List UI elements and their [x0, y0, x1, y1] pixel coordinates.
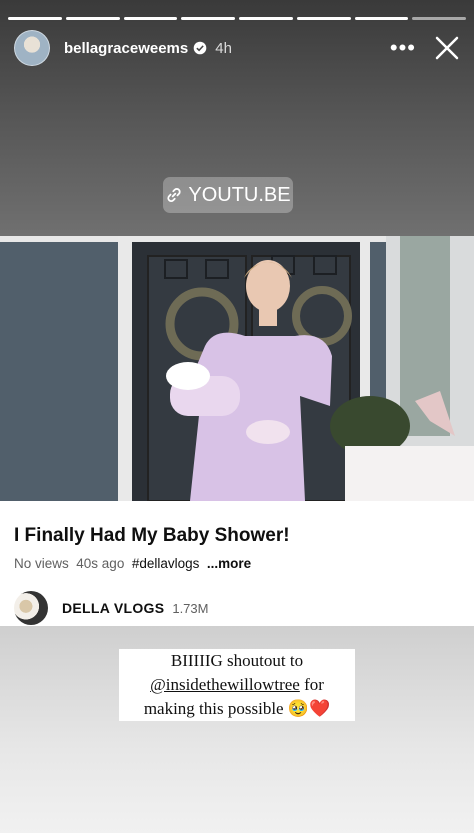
- progress-segment: [239, 17, 293, 20]
- channel-row[interactable]: DELLA VLOGS 1.73M: [14, 591, 209, 625]
- subscriber-count: 1.73M: [172, 600, 209, 616]
- more-options-icon[interactable]: •••: [390, 37, 416, 59]
- link-sticker[interactable]: YOUTU.BE: [163, 177, 293, 213]
- username[interactable]: bellagraceweems: [64, 40, 188, 57]
- video-thumbnail[interactable]: [0, 236, 474, 501]
- mention-link[interactable]: @insidethewillowtree: [150, 675, 300, 694]
- link-label: YOUTU.BE: [188, 183, 291, 206]
- progress-segment: [354, 17, 409, 20]
- caption-line-3: making this possible 🥹❤️: [143, 699, 331, 718]
- progress-segment: [181, 17, 235, 20]
- caption-line-2: @insidethewillowtree for: [121, 673, 353, 697]
- video-title[interactable]: I Finally Had My Baby Shower!: [14, 525, 290, 547]
- progress-segment: [123, 17, 178, 20]
- hashtag-link[interactable]: #dellavlogs: [132, 556, 200, 571]
- thumbnail-photo: [0, 236, 474, 501]
- progress-segment: [296, 17, 351, 20]
- story-progress-bar: [8, 17, 466, 20]
- channel-avatar[interactable]: [14, 591, 48, 625]
- post-time: 4h: [215, 39, 232, 57]
- verified-badge-icon: [193, 41, 207, 55]
- story-header: bellagraceweems 4h •••: [14, 30, 460, 66]
- link-icon: [167, 188, 181, 202]
- progress-segment: [412, 17, 466, 20]
- progress-segment: [8, 17, 62, 20]
- upload-age: 40s ago: [76, 556, 125, 571]
- channel-name[interactable]: DELLA VLOGS: [62, 600, 164, 616]
- caption-text-sticker: BIIIIIG shoutout to @insidethewillowtree…: [119, 649, 355, 721]
- caption-line-2-suffix: for: [299, 675, 324, 694]
- progress-segment: [65, 17, 120, 20]
- more-description-link[interactable]: ...more: [207, 556, 251, 571]
- close-icon[interactable]: [434, 35, 460, 61]
- video-info-card[interactable]: I Finally Had My Baby Shower! No views 4…: [0, 501, 474, 626]
- view-count: No views: [14, 556, 69, 571]
- caption-line-1: BIIIIIG shoutout to: [170, 651, 304, 670]
- video-meta: No views 40s ago #dellavlogs ...more: [14, 556, 251, 571]
- profile-avatar[interactable]: [14, 30, 50, 66]
